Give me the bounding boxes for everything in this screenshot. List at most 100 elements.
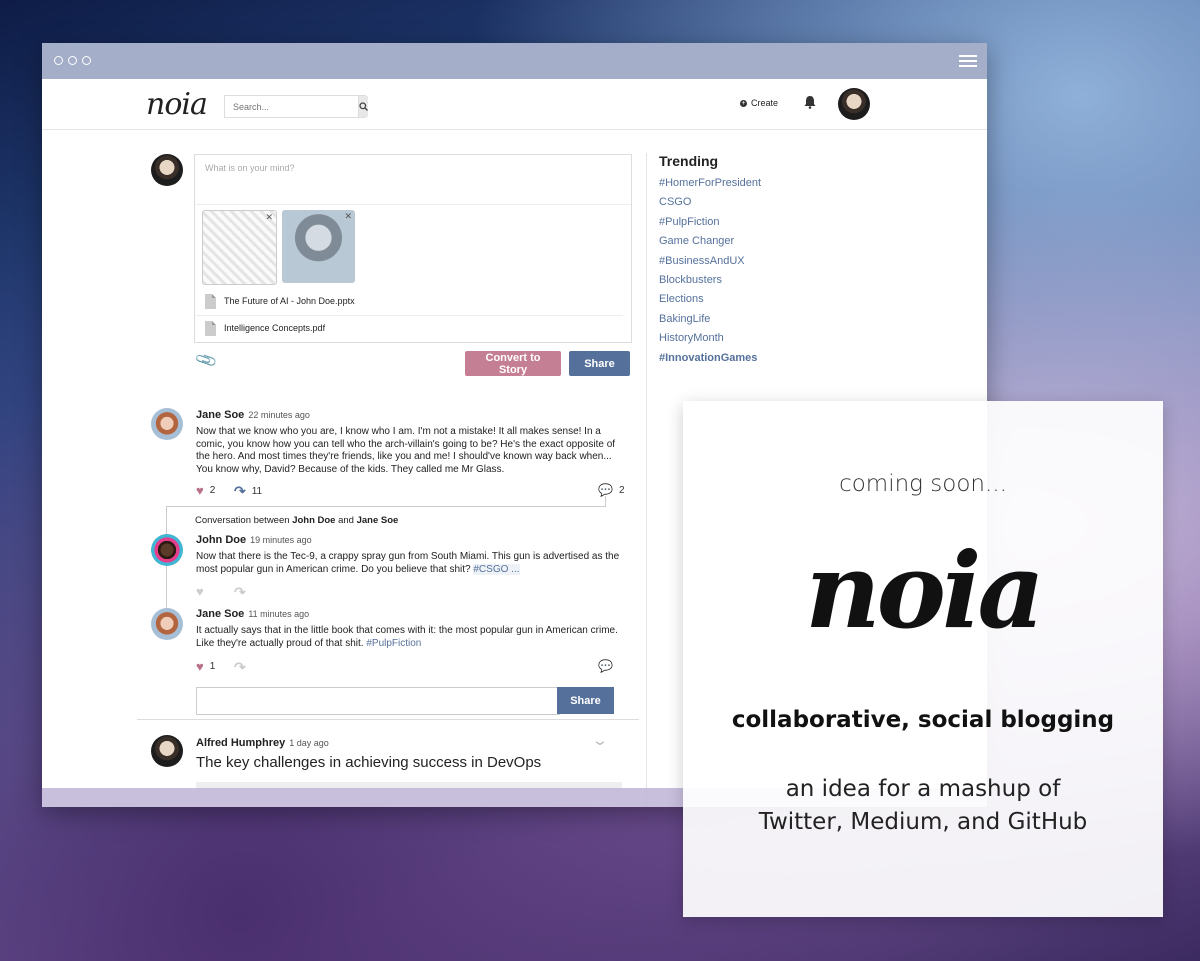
trending-item[interactable]: #HomerForPresident [659, 177, 761, 196]
create-button[interactable]: + Create [740, 98, 778, 108]
window-dot-icon[interactable] [54, 56, 63, 65]
author-avatar[interactable] [151, 735, 183, 767]
comment-icon[interactable]: 💬 [598, 659, 613, 673]
promo-description: an idea for a mashup of Twitter, Medium,… [683, 773, 1163, 839]
bell-icon[interactable] [804, 95, 816, 114]
author-avatar[interactable] [151, 608, 183, 640]
like-action[interactable]: ♥ [196, 584, 204, 599]
post-composer[interactable]: What is on your mind? ✕ ✕ The Future of … [194, 154, 632, 343]
share-arrow-icon[interactable]: ↷ [234, 584, 246, 601]
author-name[interactable]: Jane Soe [196, 608, 244, 620]
attached-image[interactable]: ✕ [202, 210, 277, 285]
share-arrow-icon[interactable]: ↷ [234, 659, 246, 676]
comment-count: 2 [618, 484, 625, 496]
reply-text: Now that there is the Tec-9, a crappy sp… [196, 551, 624, 576]
create-label: Create [751, 98, 779, 108]
search-button[interactable] [358, 96, 368, 117]
like-action[interactable]: ♥ 2 [196, 483, 215, 498]
author-name[interactable]: Alfred Humphrey [196, 737, 285, 749]
trending-item[interactable]: #BusinessAndUX [659, 255, 761, 274]
convert-to-story-button[interactable]: Convert to Story [465, 351, 561, 376]
share-count: 11 [251, 486, 263, 497]
paperclip-icon[interactable]: 📎 [194, 348, 219, 372]
promo-tagline: collaborative, social blogging [731, 707, 1115, 733]
search-input[interactable] [225, 96, 358, 117]
coming-soon-text: coming soon... [839, 471, 1007, 497]
author-avatar[interactable] [151, 534, 183, 566]
post-author: Jane Soe 11 minutes ago [196, 608, 309, 620]
reply-share-button[interactable]: Share [557, 687, 614, 714]
hashtag-link[interactable]: #CSGO ... [473, 563, 520, 575]
window-titlebar [42, 43, 987, 79]
hashtag-link[interactable]: #PulpFiction [366, 638, 421, 649]
promo-logo: noia [805, 529, 1045, 652]
thread-line [166, 506, 606, 507]
trending-item[interactable]: #PulpFiction [659, 216, 761, 235]
remove-icon[interactable]: ✕ [265, 212, 273, 223]
conversation-person[interactable]: John Doe [292, 515, 335, 526]
trending-title: Trending [659, 153, 719, 169]
divider [195, 204, 631, 205]
trending-item[interactable]: Elections [659, 293, 761, 312]
post-text: Now that we know who you are, I know who… [196, 426, 616, 475]
post-time: 22 minutes ago [248, 410, 310, 420]
comment-action[interactable]: 💬 2 [598, 483, 625, 497]
chevron-down-icon[interactable]: ⌄ [591, 732, 609, 749]
trending-item[interactable]: CSGO [659, 196, 761, 215]
share-arrow-icon[interactable]: ↷ [234, 483, 246, 500]
attached-file[interactable]: Intelligence Concepts.pdf [205, 316, 325, 340]
trending-item[interactable]: #InnovationGames [659, 352, 761, 371]
window-dot-icon[interactable] [68, 56, 77, 65]
conversation-prefix: Conversation between [195, 515, 290, 526]
search-icon [359, 102, 368, 111]
post-time: 11 minutes ago [248, 609, 310, 619]
pdf-file-icon [205, 320, 216, 336]
attached-image[interactable]: ✕ [282, 210, 355, 283]
share-button[interactable]: Share [569, 351, 630, 376]
conversation-person[interactable]: Jane Soe [357, 515, 399, 526]
post-headline[interactable]: The key challenges in achieving success … [196, 754, 541, 771]
promo-desc-line: Twitter, Medium, and GitHub [758, 809, 1088, 835]
plus-icon: + [740, 99, 747, 107]
like-count: 1 [209, 661, 216, 672]
column-divider [646, 153, 647, 807]
promo-desc-line: an idea for a mashup of [785, 776, 1061, 802]
remove-icon[interactable]: ✕ [344, 211, 352, 222]
post-time: 1 day ago [289, 738, 329, 748]
share-action[interactable]: ↷ 11 [234, 483, 262, 500]
author-name[interactable]: John Doe [196, 534, 246, 546]
composer-placeholder[interactable]: What is on your mind? [205, 163, 295, 173]
heart-icon[interactable]: ♥ [196, 584, 204, 599]
ppt-file-icon [205, 293, 216, 309]
trending-item[interactable]: BakingLife [659, 313, 761, 332]
window-controls[interactable] [54, 56, 91, 65]
author-avatar[interactable] [151, 408, 183, 440]
trending-item[interactable]: Blockbusters [659, 274, 761, 293]
comment-action[interactable]: 💬 [598, 659, 613, 673]
reply-body: Now that there is the Tec-9, a crappy sp… [196, 551, 620, 575]
logo[interactable]: noia [146, 87, 208, 122]
like-action[interactable]: ♥ 1 [196, 659, 215, 674]
share-action[interactable]: ↷ [234, 584, 246, 601]
reply-input[interactable] [196, 687, 560, 715]
share-action[interactable]: ↷ [234, 659, 246, 676]
heart-icon[interactable]: ♥ [196, 483, 204, 498]
file-name: Intelligence Concepts.pdf [224, 323, 326, 333]
trending-item[interactable]: HistoryMonth [659, 332, 761, 351]
file-name: The Future of AI - John Doe.pptx [224, 296, 355, 306]
comment-icon[interactable]: 💬 [598, 483, 613, 497]
trending-item[interactable]: Game Changer [659, 235, 761, 254]
promo-card: coming soon... noia collaborative, socia… [683, 401, 1163, 917]
heart-icon[interactable]: ♥ [196, 659, 204, 674]
window-dot-icon[interactable] [82, 56, 91, 65]
user-avatar[interactable] [838, 88, 870, 120]
search-bar[interactable] [224, 95, 368, 118]
conversation-and: and [338, 515, 354, 526]
like-count: 2 [209, 485, 216, 496]
attached-file[interactable]: The Future of AI - John Doe.pptx [205, 289, 355, 313]
top-nav: noia + Create [42, 79, 987, 130]
menu-icon[interactable] [959, 55, 977, 70]
post-author: Alfred Humphrey 1 day ago [196, 737, 329, 749]
composer-avatar [151, 154, 183, 186]
author-name[interactable]: Jane Soe [196, 409, 244, 421]
